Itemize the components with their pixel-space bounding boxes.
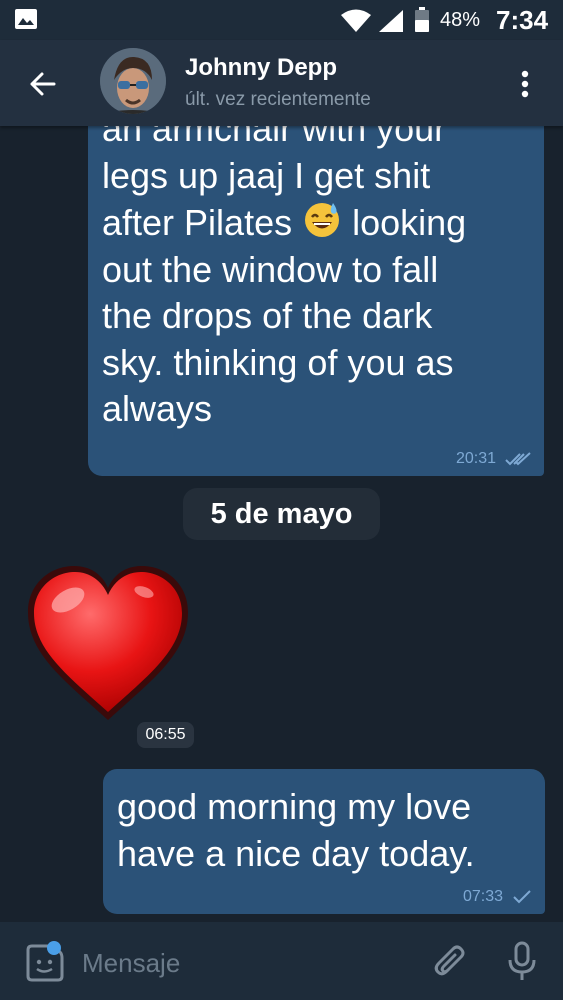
message-meta: 07:33 [463, 888, 533, 906]
status-bar: 48% 7:34 [0, 0, 563, 40]
message-composer: Mensaje [0, 922, 563, 1000]
message-line: looking [352, 202, 467, 243]
chat-header: Johnny Depp últ. vez recientemente [0, 40, 563, 126]
new-stickers-badge [47, 941, 61, 955]
signal-icon [379, 10, 403, 32]
date-separator: 5 de mayo [183, 488, 380, 540]
battery-percent: 48% [440, 9, 481, 31]
message-meta: 20:31 [456, 450, 532, 468]
outgoing-message-bubble[interactable]: good morning my love have a nice day tod… [103, 769, 545, 914]
single-check-icon [513, 890, 531, 904]
back-arrow-icon[interactable] [24, 64, 64, 104]
avatar[interactable] [100, 48, 166, 114]
message-line: legs up jaaj I get shit [102, 154, 431, 196]
message-text: good morning my love have a nice day tod… [117, 786, 475, 874]
message-input[interactable]: Mensaje [82, 948, 180, 979]
message-time: 07:33 [462, 888, 503, 905]
battery-icon [415, 7, 429, 32]
grinning-sweat-emoji-icon [305, 203, 340, 237]
chat-area[interactable]: an armchair with your legs up jaaj I get … [0, 126, 563, 922]
message-line: the drops of the dark [102, 295, 433, 336]
red-heart-sticker[interactable] [24, 562, 192, 724]
contact-last-seen: últ. vez recientemente [185, 89, 371, 110]
avatar-photo [100, 48, 166, 114]
message-line: an armchair with your [102, 126, 447, 149]
message-text: an armchair with your legs up jaaj I get … [102, 126, 532, 433]
clock-time: 7:34 [496, 5, 549, 35]
message-line: after Pilates [102, 202, 293, 243]
paperclip-icon[interactable] [430, 942, 470, 982]
more-options-icon[interactable] [512, 64, 538, 104]
double-check-icon [505, 452, 531, 466]
contact-name[interactable]: Johnny Depp [185, 54, 337, 82]
outgoing-message-bubble[interactable]: an armchair with your legs up jaaj I get … [88, 126, 544, 476]
microphone-icon[interactable] [505, 940, 539, 982]
message-time: 20:31 [455, 450, 496, 467]
wifi-icon [341, 9, 371, 32]
sticker-time: 06:55 [137, 722, 194, 748]
message-line: always [102, 388, 213, 429]
gallery-notification-icon [15, 9, 37, 29]
message-line: sky. thinking of you as [102, 341, 454, 383]
message-line: out the window to fall [102, 248, 439, 290]
